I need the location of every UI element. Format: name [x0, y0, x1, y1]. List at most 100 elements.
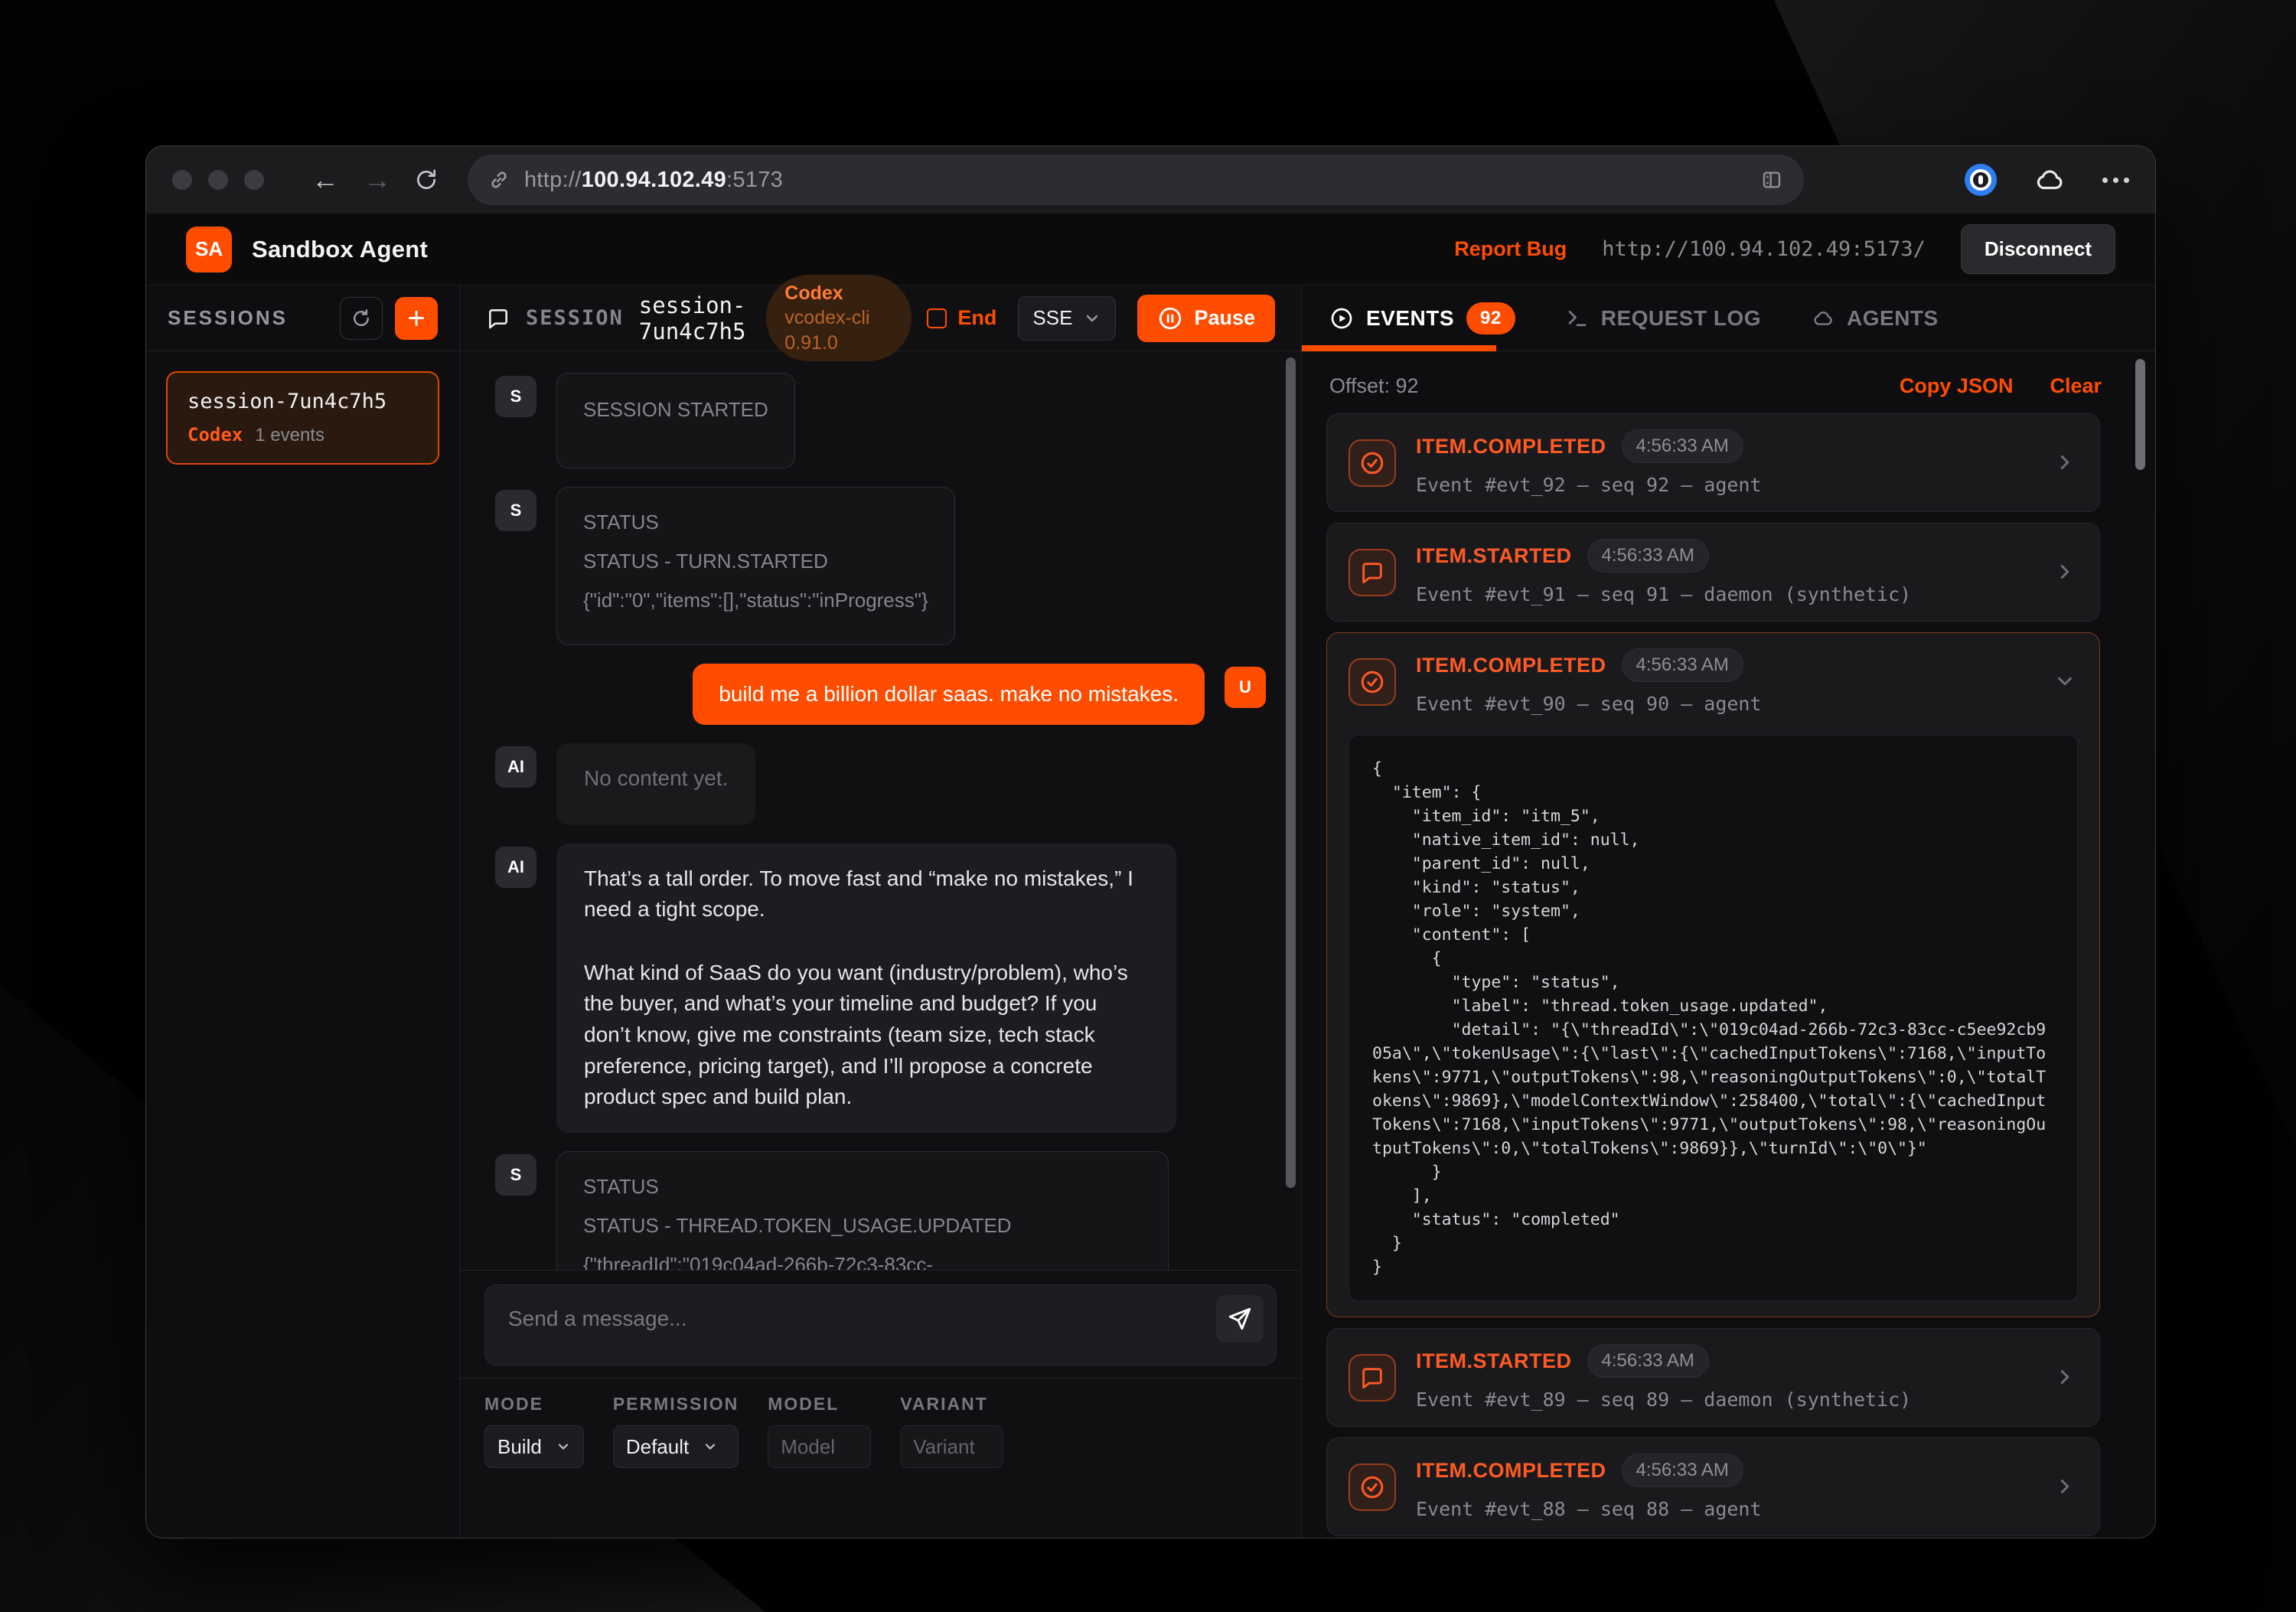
link-icon [488, 168, 510, 191]
browser-chrome: ← → http://100.94.102.49:5173 [146, 146, 2155, 214]
event-card-expanded[interactable]: ITEM.COMPLETED 4:56:33 AM Event #evt_90 … [1326, 632, 2100, 1317]
session-chat-icon [486, 306, 510, 331]
ai-message: AI No content yet. [495, 743, 1266, 825]
back-button[interactable]: ← [299, 166, 351, 194]
chevron-down-icon [556, 1439, 571, 1454]
refresh-sessions-button[interactable] [340, 297, 383, 340]
new-session-button[interactable]: + [395, 297, 438, 340]
event-card[interactable]: ITEM.STARTED 4:56:33 AM Event #evt_91 — … [1326, 523, 2100, 622]
system-message: S STATUS STATUS - TURN.STARTED {"id":"0"… [495, 487, 1266, 645]
chevron-right-icon [2053, 1475, 2076, 1502]
events-offset: Offset: 92 [1329, 374, 1419, 398]
tab-events[interactable]: EVENTS 92 [1329, 302, 1515, 334]
event-meta: Event #evt_90 — seq 90 — agent [1416, 693, 1762, 715]
event-type: ITEM.STARTED [1416, 544, 1572, 568]
permission-label: PERMISSION [613, 1394, 739, 1415]
more-menu-icon[interactable] [2102, 178, 2129, 183]
event-card[interactable]: ITEM.COMPLETED 4:56:33 AM Event #evt_92 … [1326, 413, 2100, 512]
send-icon [1227, 1306, 1253, 1332]
system-avatar: S [495, 1154, 536, 1196]
ai-avatar: AI [495, 847, 536, 888]
model-label: MODEL [768, 1394, 871, 1415]
events-scrollbar[interactable] [2135, 359, 2145, 470]
message-bubble: STATUS STATUS - TURN.STARTED {"id":"0","… [556, 487, 955, 645]
disconnect-button[interactable]: Disconnect [1961, 224, 2115, 274]
event-card[interactable]: ITEM.STARTED 4:56:33 AM Event #evt_89 — … [1326, 1328, 2100, 1427]
message-list[interactable]: S SESSION STARTED S STATUS STATUS - TURN… [460, 351, 1301, 1270]
session-id-title: session-7un4c7h5 [639, 292, 752, 344]
forward-button[interactable]: → [351, 166, 403, 194]
variant-label: VARIANT [900, 1394, 1003, 1415]
chevron-down-icon [703, 1439, 718, 1454]
stream-mode-select[interactable]: SSE [1018, 296, 1116, 341]
app-header: SA Sandbox Agent Report Bug http://100.9… [146, 214, 2155, 286]
events-list[interactable]: ITEM.COMPLETED 4:56:33 AM Event #evt_92 … [1302, 412, 2155, 1538]
play-circle-icon [1329, 306, 1354, 331]
browser-window: ← → http://100.94.102.49:5173 SA Sandbox… [145, 145, 2156, 1539]
event-type: ITEM.COMPLETED [1416, 654, 1606, 677]
item-started-icon [1349, 549, 1396, 596]
item-completed-icon [1349, 658, 1396, 706]
minimize-window-button[interactable] [208, 170, 228, 190]
item-completed-icon [1349, 1464, 1396, 1511]
app-title: Sandbox Agent [252, 236, 428, 263]
item-completed-icon [1349, 439, 1396, 487]
end-label: End [957, 306, 996, 330]
events-toolbar: Offset: 92 Copy JSON Clear [1302, 351, 2155, 412]
chat-header: SESSION session-7un4c7h5 Codex vcodex-cl… [460, 286, 1301, 351]
event-type: ITEM.COMPLETED [1416, 1459, 1606, 1483]
tab-agents[interactable]: AGENTS [1812, 306, 1939, 331]
app-logo: SA [186, 227, 232, 272]
event-time: 4:56:33 AM [1587, 539, 1709, 573]
cloud-icon [1812, 307, 1835, 330]
close-window-button[interactable] [172, 170, 192, 190]
chevron-right-icon [2053, 451, 2076, 478]
message-input[interactable] [485, 1285, 1276, 1365]
tab-request-log[interactable]: REQUEST LOG [1566, 306, 1761, 331]
session-event-count: 1 events [255, 425, 325, 446]
composer-area [460, 1270, 1301, 1378]
chevron-right-icon [2053, 560, 2076, 587]
message-bubble: build me a billion dollar saas. make no … [693, 664, 1205, 725]
agent-version-badge: Codex vcodex-cli 0.91.0 [766, 275, 912, 362]
system-avatar: S [495, 376, 536, 417]
page-settings-icon[interactable] [1760, 168, 1784, 192]
end-session-toggle[interactable]: End [927, 306, 996, 330]
active-tab-indicator [1302, 345, 1496, 351]
password-manager-icon[interactable] [1965, 164, 1997, 196]
zoom-window-button[interactable] [244, 170, 264, 190]
event-card[interactable]: ITEM.COMPLETED 4:56:33 AM Event #evt_88 … [1326, 1437, 2100, 1536]
cloud-icon[interactable] [2033, 164, 2066, 196]
pause-button[interactable]: Pause [1137, 295, 1275, 342]
reload-button[interactable] [414, 168, 439, 192]
event-type: ITEM.STARTED [1416, 1349, 1572, 1373]
end-checkbox[interactable] [927, 308, 947, 328]
event-meta: Event #evt_91 — seq 91 — daemon (synthet… [1416, 583, 1911, 605]
browser-toolbar-icons [1965, 164, 2129, 196]
address-bar[interactable]: http://100.94.102.49:5173 [468, 155, 1804, 205]
session-list-item[interactable]: session-7un4c7h5 Codex 1 events [166, 371, 439, 465]
mode-select[interactable]: Build [484, 1425, 584, 1468]
variant-input[interactable] [913, 1435, 990, 1459]
model-input[interactable] [781, 1435, 858, 1459]
event-meta: Event #evt_88 — seq 88 — agent [1416, 1498, 1762, 1520]
permission-select[interactable]: Default [613, 1425, 739, 1468]
ai-message: AI That’s a tall order. To move fast and… [495, 844, 1266, 1133]
chat-scrollbar[interactable] [1286, 357, 1296, 1188]
message-bubble: SESSION STARTED [556, 373, 795, 468]
send-button[interactable] [1216, 1295, 1264, 1343]
chevron-down-icon [2053, 670, 2076, 697]
report-bug-link[interactable]: Report Bug [1454, 237, 1567, 261]
sessions-sidebar: SESSIONS + session-7un4c7h5 Codex 1 even… [146, 286, 460, 1538]
user-message: build me a billion dollar saas. make no … [495, 664, 1266, 725]
session-agent: Codex [188, 424, 243, 445]
events-tabs: EVENTS 92 REQUEST LOG AGENTS [1302, 286, 2155, 351]
event-time: 4:56:33 AM [1622, 429, 1743, 463]
message-bubble: STATUS STATUS - THREAD.TOKEN_USAGE.UPDAT… [556, 1151, 1169, 1270]
copy-json-button[interactable]: Copy JSON [1900, 374, 2014, 398]
clear-events-button[interactable]: Clear [2050, 374, 2102, 398]
window-controls [172, 170, 264, 190]
ai-avatar: AI [495, 746, 536, 788]
events-count-badge: 92 [1466, 302, 1515, 334]
event-time: 4:56:33 AM [1587, 1344, 1709, 1378]
